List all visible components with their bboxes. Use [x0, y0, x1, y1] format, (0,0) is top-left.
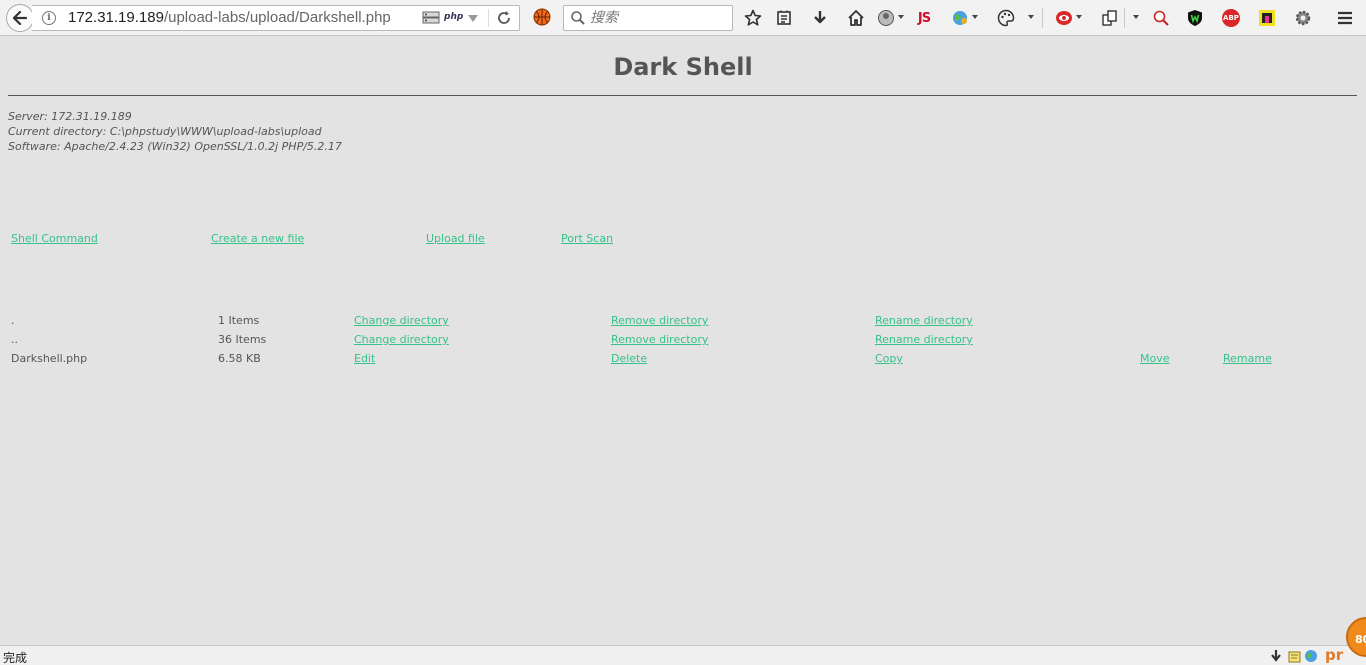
speed-value: 80 [1355, 633, 1366, 646]
reload-icon[interactable] [496, 10, 512, 26]
globe-extension-menu-icon[interactable] [972, 15, 978, 19]
upload-file-link[interactable]: Upload file [426, 232, 485, 245]
note-status-icon[interactable] [1288, 649, 1302, 663]
status-bar: 完成 pr [0, 645, 1366, 665]
title-divider [8, 95, 1357, 96]
file-name: Darkshell.php [11, 352, 88, 365]
toolbar-separator [1124, 8, 1125, 28]
search-icon [571, 11, 585, 25]
adblock-icon[interactable]: ABP [1221, 8, 1241, 28]
back-button[interactable] [6, 4, 34, 32]
shell-command-link[interactable]: Shell Command [11, 232, 98, 245]
create-file-link[interactable]: Create a new file [211, 232, 304, 245]
port-scan-link[interactable]: Port Scan [561, 232, 613, 245]
red-eye-menu-icon[interactable] [1076, 15, 1082, 19]
url-separator [488, 9, 489, 27]
pr-status-label[interactable]: pr [1325, 646, 1343, 664]
palette-menu-icon[interactable] [1028, 15, 1034, 19]
shield-extension-icon[interactable] [1185, 8, 1205, 28]
delete-file-link[interactable]: Delete [611, 352, 647, 365]
avatar-extension-icon[interactable] [876, 8, 896, 28]
home-icon[interactable] [846, 8, 866, 28]
current-directory-line: Current directory: C:\phpstudy\WWW\uploa… [8, 125, 322, 138]
copy-page-icon[interactable] [1100, 8, 1120, 28]
remove-directory-link[interactable]: Remove directory [611, 333, 708, 346]
php-badge: php [444, 12, 464, 22]
file-size: 6.58 KB [218, 352, 261, 365]
avatar-extension-menu-icon[interactable] [898, 15, 904, 19]
site-info-icon[interactable]: i [42, 11, 56, 25]
file-size: 36 Items [218, 333, 267, 346]
file-name: . [11, 314, 15, 327]
change-directory-link[interactable]: Change directory [354, 333, 449, 346]
search-bar[interactable] [563, 5, 733, 31]
server-info: Server: 172.31.19.189 Current directory:… [8, 109, 342, 154]
page-title: Dark Shell [613, 53, 753, 81]
address-bar[interactable]: i 172.31.19.189/upload-labs/upload/Darks… [32, 5, 520, 31]
url-path: /upload-labs/upload/Darkshell.php [163, 9, 391, 26]
search-input[interactable] [590, 8, 728, 28]
toolbar-separator [1042, 8, 1043, 28]
reading-list-icon[interactable] [774, 8, 794, 28]
server-icon[interactable] [422, 11, 440, 25]
copy-page-menu-icon[interactable] [1133, 15, 1139, 19]
rename-directory-link[interactable]: Rename directory [875, 333, 973, 346]
red-eye-extension-icon[interactable] [1054, 8, 1074, 28]
globe-status-icon[interactable] [1304, 649, 1318, 663]
remove-directory-link[interactable]: Remove directory [611, 314, 708, 327]
globe-extension-icon[interactable] [950, 8, 970, 28]
browser-toolbar: i 172.31.19.189/upload-labs/upload/Darks… [0, 0, 1366, 36]
page-content: Dark Shell Server: 172.31.19.189 Current… [0, 37, 1366, 645]
hamburger-menu-icon[interactable] [1335, 8, 1355, 28]
file-name: .. [11, 333, 18, 346]
basketball-extension-icon[interactable] [533, 8, 551, 26]
back-arrow-icon [13, 11, 27, 25]
color-block-extension-icon[interactable] [1257, 8, 1277, 28]
magnifier-extension-icon[interactable] [1151, 8, 1171, 28]
download-status-icon[interactable] [1269, 649, 1283, 663]
rename-directory-link[interactable]: Rename directory [875, 314, 973, 327]
change-directory-link[interactable]: Change directory [354, 314, 449, 327]
server-line: Server: 172.31.19.189 [8, 110, 132, 123]
settings-gear-icon[interactable] [1293, 8, 1313, 28]
url-text[interactable]: 172.31.19.189/upload-labs/upload/Darkshe… [68, 9, 391, 26]
url-dropdown-icon[interactable] [468, 15, 478, 22]
url-host: 172.31.19.189 [68, 9, 164, 26]
file-size: 1 Items [218, 314, 260, 327]
copy-file-link[interactable]: Copy [875, 352, 903, 365]
edit-file-link[interactable]: Edit [354, 352, 375, 365]
js-badge: JS [917, 10, 931, 26]
rename-file-link[interactable]: Remame [1223, 352, 1272, 365]
javascript-toggle-icon[interactable]: JS [914, 8, 934, 28]
status-text: 完成 [3, 651, 28, 665]
abp-badge: ABP [1222, 9, 1240, 27]
palette-icon[interactable] [996, 8, 1016, 28]
bookmark-star-icon[interactable] [743, 8, 763, 28]
software-line: Software: Apache/2.4.23 (Win32) OpenSSL/… [8, 140, 342, 153]
move-file-link[interactable]: Move [1140, 352, 1170, 365]
download-icon[interactable] [810, 8, 830, 28]
